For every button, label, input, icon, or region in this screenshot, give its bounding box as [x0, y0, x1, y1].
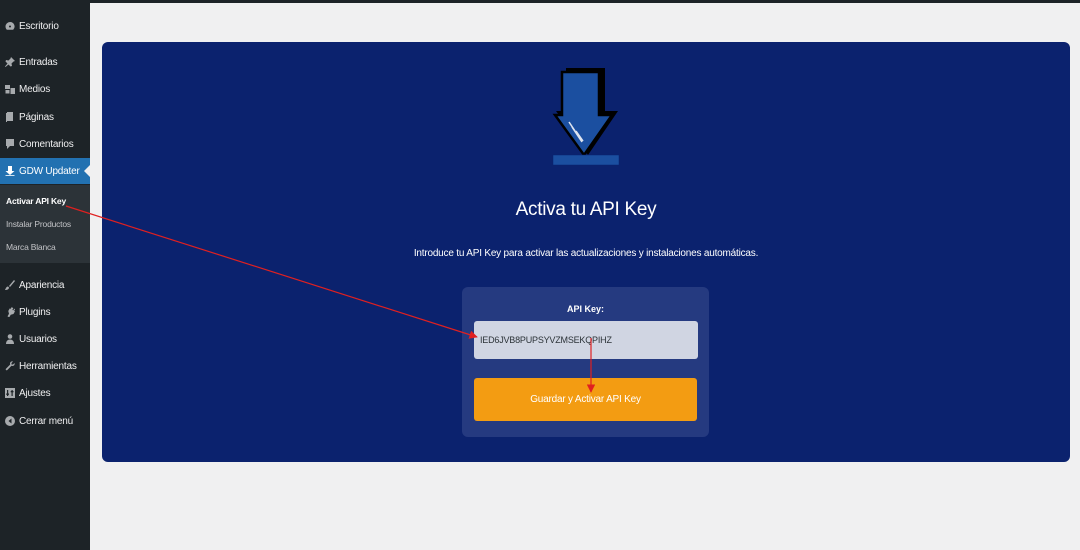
download-icon — [5, 166, 15, 176]
sidebar-item-entradas[interactable]: Entradas — [0, 51, 90, 73]
sidebar-item-label: Ajustes — [19, 387, 51, 399]
sidebar-item-medios[interactable]: Medios — [0, 78, 90, 100]
dashboard-icon — [5, 21, 15, 31]
page-title: Activa tu API Key — [515, 199, 657, 220]
admin-top-bar — [0, 0, 1080, 3]
sidebar-item-comentarios[interactable]: Comentarios — [0, 133, 90, 155]
settings-icon — [5, 388, 15, 398]
sidebar-item-label: Escritorio — [19, 20, 59, 32]
pages-icon — [5, 112, 15, 122]
sidebar-item-apariencia[interactable]: Apariencia — [0, 274, 90, 296]
user-icon — [5, 334, 15, 344]
brush-icon — [5, 280, 15, 290]
sidebar-item-label: Herramientas — [19, 360, 77, 372]
sidebar-item-paginas[interactable]: Páginas — [0, 106, 90, 128]
sidebar-item-label: GDW Updater — [19, 165, 80, 177]
sidebar-item-label: Comentarios — [19, 138, 74, 150]
sidebar-item-herramientas[interactable]: Herramientas — [0, 355, 90, 377]
submenu-instalar-productos[interactable]: Instalar Productos — [6, 219, 71, 229]
wrench-icon — [5, 361, 15, 371]
sidebar-item-label: Páginas — [19, 111, 54, 123]
api-key-input[interactable] — [474, 321, 698, 359]
admin-sidebar: Escritorio Entradas Medios Páginas Comen… — [0, 0, 90, 550]
sidebar-item-label: Medios — [19, 83, 51, 95]
intro-text: Introduce tu API Key para activar las ac… — [413, 248, 759, 259]
sidebar-item-cerrar-menu[interactable]: Cerrar menú — [0, 410, 90, 432]
submenu-marca-blanca[interactable]: Marca Blanca — [6, 242, 56, 252]
api-key-panel: Activa tu API Key Introduce tu API Key p… — [102, 42, 1070, 462]
api-key-form: API Key: Guardar y Activar API Key — [462, 287, 709, 437]
sidebar-item-label: Entradas — [19, 56, 58, 68]
sidebar-item-plugins[interactable]: Plugins — [0, 301, 90, 323]
sidebar-item-ajustes[interactable]: Ajustes — [0, 382, 90, 404]
pin-icon — [5, 57, 15, 67]
media-icon — [5, 84, 15, 94]
sidebar-item-label: Cerrar menú — [19, 415, 73, 427]
save-activate-button[interactable]: Guardar y Activar API Key — [474, 378, 697, 421]
sidebar-item-label: Apariencia — [19, 279, 65, 291]
sidebar-item-gdw-updater[interactable]: GDW Updater — [0, 158, 90, 184]
plugin-icon — [5, 307, 15, 317]
sidebar-item-escritorio[interactable]: Escritorio — [0, 15, 90, 37]
sidebar-item-usuarios[interactable]: Usuarios — [0, 328, 90, 350]
api-key-label: API Key: — [566, 304, 604, 314]
submenu-activar-api-key[interactable]: Activar API Key — [6, 196, 66, 206]
download-arrow-icon — [552, 68, 620, 166]
sidebar-item-label: Plugins — [19, 306, 51, 318]
sidebar-item-label: Usuarios — [19, 333, 57, 345]
collapse-icon — [5, 416, 15, 426]
gdw-submenu: Activar API Key Instalar Productos Marca… — [0, 185, 90, 263]
comment-icon — [5, 139, 15, 149]
